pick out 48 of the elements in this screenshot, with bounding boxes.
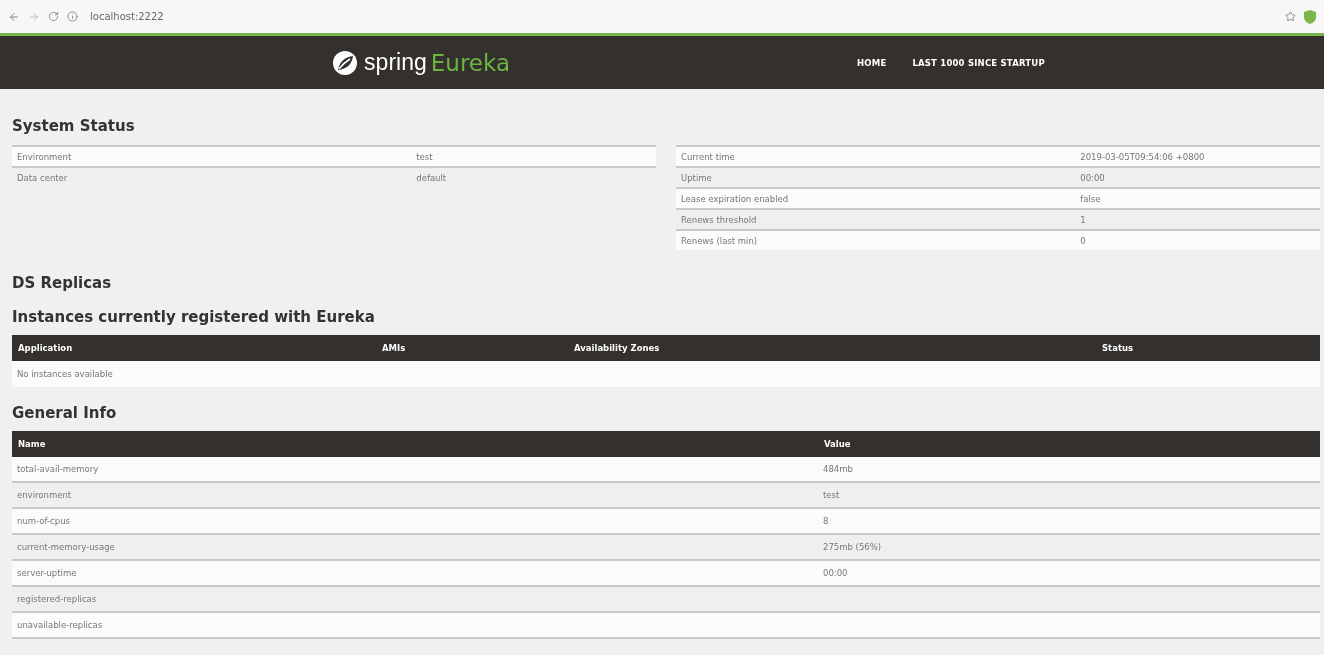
status-label: Current time [680,151,736,162]
reload-icon[interactable] [48,11,59,22]
brand-name: spring [364,49,427,76]
column-header: Name [17,439,47,449]
status-value: default [415,172,448,183]
table-cell-text: registered-replicas [16,594,98,604]
column-header: Application [17,343,74,353]
back-icon[interactable] [8,10,20,23]
status-label: Environment [16,151,73,162]
forward-icon[interactable] [28,10,40,23]
status-label: Data center [16,172,69,183]
section-title: Instances currently registered with Eureka [12,308,376,326]
info-icon[interactable] [67,11,78,22]
status-label: Renews (last min) [680,235,759,246]
table-cell-text: 00:00 [822,568,849,578]
star-icon[interactable] [1285,11,1296,22]
table-cell-text: test [822,490,841,500]
section-title: DS Replicas [12,274,113,292]
nav-link[interactable]: HOME [857,57,887,68]
table-cell-text: num-of-cpus [16,516,71,526]
leaf-logo-icon [332,49,359,76]
table-cell-text: 484mb [822,464,854,474]
status-label: Lease expiration enabled [680,193,790,204]
status-label: Uptime [680,172,713,183]
table-cell-text: server-uptime [16,568,78,578]
status-label: Renews threshold [680,214,758,225]
status-value: false [1079,193,1102,204]
table-cell-text: 275mb (56%) [822,542,883,552]
shield-icon[interactable] [1304,9,1316,24]
section-title: General Info [12,404,118,422]
table-cell-text: total-avail-memory [16,464,100,474]
status-value: 1 [1079,214,1087,225]
table-cell-text: environment [16,490,73,500]
status-value: 0 [1079,235,1087,246]
section-title: System Status [12,117,136,135]
column-header: Status [1101,343,1135,353]
table-cell-text: unavailable-replicas [16,620,104,630]
column-header: Availability Zones [573,343,661,353]
column-header: AMIs [381,343,407,353]
empty-message: No instances available [16,369,113,379]
table-cell-text: 8 [822,516,830,526]
nav-link[interactable]: LAST 1000 SINCE STARTUP [912,57,1045,68]
status-value: test [415,151,434,162]
status-value: 2019-03-05T09:54:06 +0800 [1079,151,1206,162]
product-name: Eureka [430,49,510,76]
table-cell-text: current-memory-usage [16,542,116,552]
status-value: 00:00 [1079,172,1106,183]
column-header: Value [823,439,852,449]
